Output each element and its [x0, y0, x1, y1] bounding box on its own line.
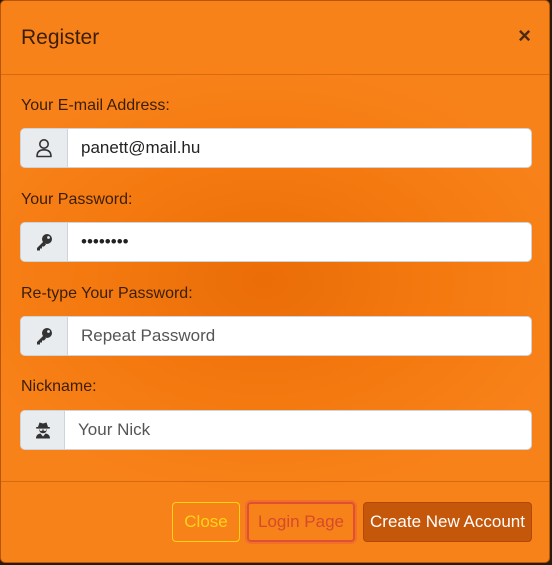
user-secret-icon: [21, 411, 65, 449]
email-input-group: [20, 128, 532, 168]
email-field[interactable]: [68, 129, 531, 167]
repeat-password-label: Re-type Your Password:: [21, 285, 193, 302]
email-label: Your E-mail Address:: [21, 97, 170, 114]
modal-title: Register: [21, 26, 100, 49]
modal-header: Register ×: [1, 1, 549, 75]
password-label: Your Password:: [21, 191, 133, 208]
register-modal: Register × Your E-mail Address: Your Pas…: [0, 0, 550, 563]
key-icon: [21, 223, 68, 261]
close-button[interactable]: Close: [172, 502, 240, 542]
nickname-field[interactable]: [65, 411, 531, 449]
repeat-password-input-group: [20, 316, 532, 356]
login-page-button[interactable]: Login Page: [247, 502, 355, 542]
password-input-group: [20, 222, 532, 262]
repeat-password-field[interactable]: [68, 317, 531, 355]
user-icon: [21, 129, 68, 167]
nickname-input-group: [20, 410, 532, 450]
create-account-button[interactable]: Create New Account: [363, 502, 532, 542]
modal-footer: Close Login Page Create New Account: [1, 481, 549, 562]
nickname-label: Nickname:: [21, 378, 97, 395]
password-field[interactable]: [68, 223, 531, 261]
key-icon: [21, 317, 68, 355]
close-icon[interactable]: ×: [518, 25, 531, 47]
